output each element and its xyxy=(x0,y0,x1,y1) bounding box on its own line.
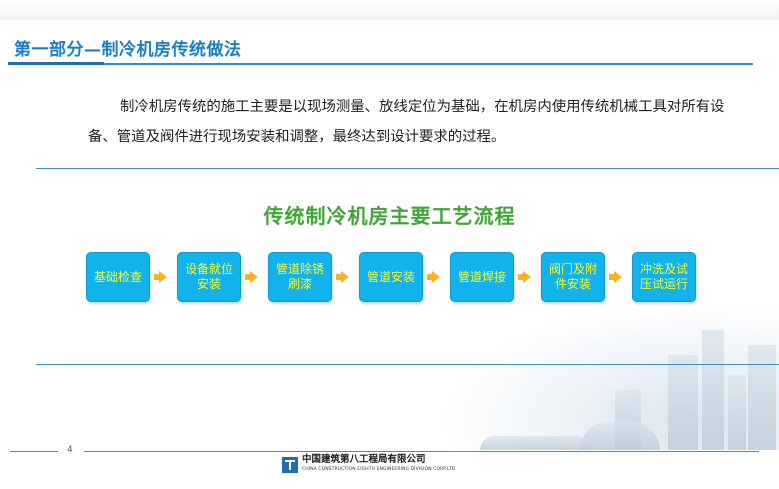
arrow-right-icon xyxy=(609,271,622,283)
company-name-en: CHINA CONSTRUCTION EIGHTH ENGINEERING DI… xyxy=(302,467,456,472)
top-band xyxy=(0,0,779,20)
flow-step-equipment-installation: 设备就位安装 xyxy=(177,252,241,302)
company-name-cn: 中国建筑第八工程局有限公司 xyxy=(302,454,426,465)
flow-step-pipe-welding: 管道焊接 xyxy=(450,252,514,302)
arrow-right-icon xyxy=(427,271,440,283)
divider-top xyxy=(36,168,779,169)
flow-title: 传统制冷机房主要工艺流程 xyxy=(263,204,516,228)
page-number: 4 xyxy=(67,445,73,455)
arrow-right-icon xyxy=(154,271,167,283)
divider-bottom xyxy=(36,364,779,365)
arrow-right-icon xyxy=(518,271,531,283)
footer-line-left xyxy=(10,451,58,452)
flow-step-foundation-check: 基础检查 xyxy=(86,252,150,302)
footer-line-right xyxy=(84,451,759,452)
flow-step-valve-accessory-installation: 阀门及附件安装 xyxy=(541,252,605,302)
flow-step-pipe-installation: 管道安装 xyxy=(359,252,423,302)
process-flow: 基础检查 设备就位安装 管道除锈刷漆 管道安装 管道焊接 阀门及附件安装 冲洗及… xyxy=(86,252,706,304)
intro-paragraph: 制冷机房传统的施工主要是以现场测量、放线定位为基础，在机房内使用传统机械工具对所… xyxy=(88,99,725,145)
flow-step-flushing-pressure-test: 冲洗及试压试运行 xyxy=(632,252,696,302)
city-skyline-image xyxy=(440,300,779,450)
title-underline xyxy=(8,62,753,65)
cscec-logo-icon xyxy=(282,457,298,473)
arrow-right-icon xyxy=(336,271,349,283)
slide: 第一部分—制冷机房传统做法 制冷机房传统的施工主要是以现场测量、放线定位为基础，… xyxy=(0,0,779,489)
section-title: 第一部分—制冷机房传统做法 xyxy=(14,40,242,60)
company-logo: 中国建筑第八工程局有限公司 CHINA CONSTRUCTION EIGHTH … xyxy=(282,455,455,475)
arrow-right-icon xyxy=(245,271,258,283)
flow-step-pipe-derusting-painting: 管道除锈刷漆 xyxy=(268,252,332,302)
